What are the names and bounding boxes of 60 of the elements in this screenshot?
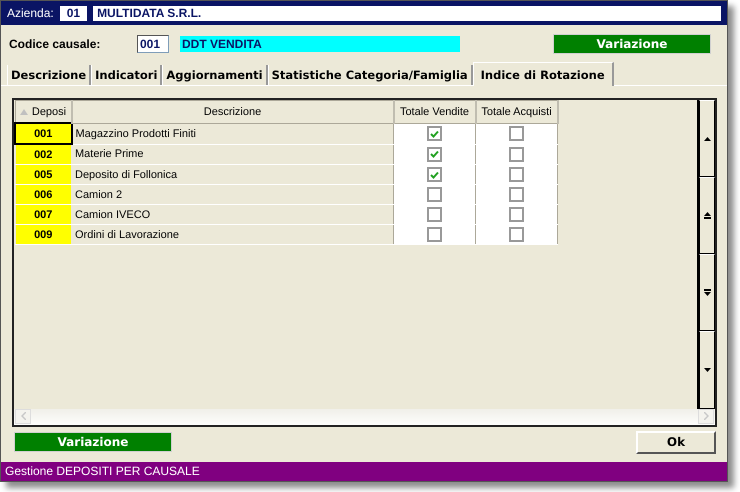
- checkbox[interactable]: [509, 126, 524, 141]
- mode-button[interactable]: Variazione: [553, 34, 711, 54]
- table-cell: Ordini di Lavorazione: [72, 224, 394, 244]
- code-cell[interactable]: 006: [15, 184, 72, 204]
- checkbox[interactable]: [509, 146, 524, 162]
- table-cell: Camion IVECO: [72, 204, 394, 224]
- checkbox[interactable]: [427, 126, 442, 141]
- checkmark-icon: [430, 170, 439, 178]
- checkbox[interactable]: [509, 187, 524, 202]
- double-arrow-down-icon: [704, 289, 710, 296]
- arrow-down-icon: [704, 368, 710, 372]
- checkbox[interactable]: [509, 227, 524, 242]
- checkmark-icon: [430, 130, 439, 138]
- code-cell[interactable]: 007: [15, 204, 72, 224]
- arrow-up-icon: [704, 136, 710, 141]
- code-cell[interactable]: 001: [15, 123, 72, 144]
- page-up-button[interactable]: [699, 177, 715, 254]
- column-header[interactable]: Descrizione: [72, 100, 394, 123]
- company-label: Azienda:: [7, 6, 54, 20]
- checkbox[interactable]: [427, 227, 442, 242]
- table-cell: Deposito di Follonica: [72, 164, 394, 184]
- checkbox[interactable]: [427, 207, 442, 222]
- description-field: DDT VENDITA: [180, 36, 460, 52]
- tab[interactable]: Statistiche Categoria/Famiglia: [268, 65, 473, 85]
- checkbox[interactable]: [427, 187, 442, 202]
- scroll-up-button[interactable]: [699, 100, 715, 178]
- scroll-right-button[interactable]: [698, 408, 714, 424]
- field-label: Codice causale:: [9, 37, 102, 51]
- page-down-button[interactable]: [699, 254, 715, 332]
- status-bar: Gestione DEPOSITI PER CAUSALE: [1, 462, 727, 481]
- tab[interactable]: Indicatori: [91, 65, 162, 85]
- tab[interactable]: Aggiornamenti: [162, 65, 268, 85]
- column-header[interactable]: Deposi: [15, 100, 72, 123]
- checkmark-icon: [430, 150, 439, 158]
- code-cell[interactable]: 005: [15, 164, 72, 184]
- code-cell[interactable]: 002: [15, 144, 72, 164]
- code-field[interactable]: 001: [137, 35, 169, 53]
- table-cell: Materie Prime: [72, 144, 394, 164]
- tab[interactable]: Descrizione: [7, 65, 92, 85]
- checkbox[interactable]: [509, 167, 524, 182]
- checkbox[interactable]: [427, 167, 442, 182]
- checkbox[interactable]: [509, 207, 524, 222]
- company-code: 01: [60, 6, 88, 20]
- tab[interactable]: Indice di Rotazione: [472, 62, 614, 86]
- checkbox[interactable]: [427, 146, 442, 162]
- chevron-right-icon: [704, 412, 708, 420]
- column-header[interactable]: Totale Vendite: [394, 100, 476, 123]
- table-cell: Camion 2: [72, 184, 394, 204]
- chevron-left-icon: [20, 412, 26, 420]
- mode-button[interactable]: Variazione: [14, 432, 172, 452]
- scroll-down-button[interactable]: [699, 331, 715, 409]
- ok-button[interactable]: Ok: [636, 430, 716, 454]
- column-header[interactable]: Totale Acquisti: [476, 100, 558, 123]
- horizontal-scrollbar[interactable]: [14, 408, 715, 425]
- double-arrow-up-icon: [704, 212, 710, 220]
- table-cell: Magazzino Prodotti Finiti: [72, 123, 394, 144]
- company-name: MULTIDATA S.R.L.: [93, 6, 721, 20]
- scroll-left-button[interactable]: [15, 408, 31, 424]
- code-cell[interactable]: 009: [15, 224, 72, 244]
- sort-icon: [20, 108, 28, 114]
